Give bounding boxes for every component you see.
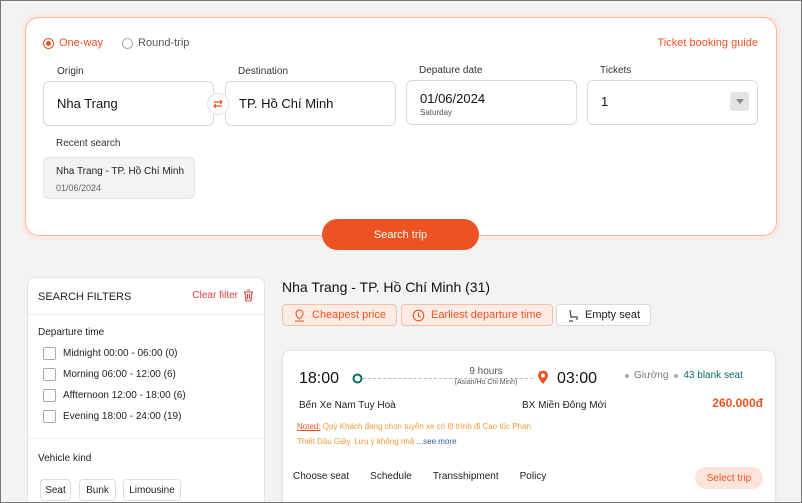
- search-card: One-way Round-trip Ticket booking guide …: [25, 17, 777, 236]
- tab-choose-seat[interactable]: Choose seat: [293, 471, 349, 482]
- sort-cheapest-button[interactable]: Cheapest price: [282, 304, 397, 326]
- price-tag-icon: [295, 308, 304, 321]
- tab-schedule[interactable]: Schedule: [370, 471, 412, 482]
- date-field[interactable]: 01/06/2024 Saturday: [406, 80, 577, 125]
- trash-icon: [244, 289, 253, 302]
- swap-icon: [213, 99, 223, 109]
- radio-unchecked-icon: [122, 37, 134, 49]
- date-value: 01/06/2024: [420, 91, 486, 106]
- see-more-link[interactable]: ...see more: [414, 437, 457, 446]
- from-station: Bến Xe Nam Tuy Hoà: [299, 400, 396, 411]
- departure-time-title: Departure time: [38, 327, 105, 338]
- tickets-label: Tickets: [600, 65, 632, 76]
- origin-label: Origin: [57, 66, 84, 77]
- location-pin-icon: [538, 370, 548, 384]
- checkbox: [43, 410, 56, 423]
- swap-button[interactable]: [207, 93, 229, 115]
- tab-policy[interactable]: Policy: [520, 471, 547, 482]
- recent-search-label: Recent search: [56, 138, 121, 149]
- sort-empty-seat-label: Empty seat: [585, 309, 641, 321]
- booking-guide-link[interactable]: Ticket booking guide: [658, 37, 759, 49]
- sort-earliest-button[interactable]: Earliest departure time: [401, 304, 553, 326]
- one-way-radio[interactable]: One-way: [43, 37, 103, 49]
- origin-field[interactable]: Nha Trang: [43, 81, 214, 126]
- departure-option-label: Morning 06:00 - 12:00 (6): [63, 369, 176, 380]
- destination-value: TP. Hồ Chí Minh: [239, 96, 334, 111]
- vehicle-chip-bunk[interactable]: Bunk: [79, 479, 116, 501]
- clock-icon: [412, 309, 425, 321]
- tickets-value: 1: [601, 94, 609, 109]
- origin-value: Nha Trang: [57, 96, 118, 111]
- bullet-dot: [674, 373, 679, 378]
- tickets-select[interactable]: 1: [587, 80, 758, 125]
- vehicle-chip-seat[interactable]: Seat: [40, 479, 71, 501]
- destination-label: Destination: [238, 66, 289, 77]
- chevron-down-icon: [730, 92, 749, 111]
- checkbox: [43, 368, 56, 381]
- round-trip-label: Round-trip: [138, 37, 190, 49]
- trip-card[interactable]: 18:00 9 hours (Asian/Ho Chi Minh) 03:00 …: [282, 350, 776, 503]
- departure-option-afternoon[interactable]: Affternoon 12:00 - 18:00 (6): [43, 389, 186, 402]
- blank-seats: 43 blank seat: [683, 370, 743, 381]
- recent-search-item[interactable]: Nha Trang - TP. Hồ Chí Minh 01/06/2024: [43, 157, 195, 199]
- vehicle-kind-title: Vehicle kind: [38, 453, 92, 464]
- one-way-label: One-way: [59, 37, 104, 49]
- select-trip-button[interactable]: Select trip: [695, 467, 763, 489]
- depart-time: 18:00: [299, 370, 340, 387]
- clear-filter-label: Clear filter: [192, 290, 238, 301]
- sort-cheapest-label: Cheapest price: [312, 309, 386, 321]
- departure-option-midnight[interactable]: Midnight 00:00 - 06:00 (0): [43, 347, 178, 360]
- seat-info: Giường 43 blank seat: [625, 370, 743, 381]
- trip-price: 260.000đ: [712, 396, 763, 410]
- departure-option-morning[interactable]: Morning 06:00 - 12:00 (6): [43, 368, 176, 381]
- departure-option-label: Evening 18:00 - 24:00 (19): [63, 411, 182, 422]
- results-title: Nha Trang - TP. Hồ Chí Minh (31): [282, 279, 491, 295]
- seat-type: Giường: [634, 370, 669, 381]
- round-trip-radio[interactable]: Round-trip: [122, 37, 189, 49]
- destination-field[interactable]: TP. Hồ Chí Minh: [225, 81, 396, 126]
- departure-option-label: Midnight 00:00 - 06:00 (0): [63, 348, 178, 359]
- to-station: BX Miền Đông Mới: [522, 400, 607, 411]
- checkbox: [43, 389, 56, 402]
- sort-earliest-label: Earliest departure time: [431, 309, 542, 321]
- radio-checked-icon: [43, 37, 54, 49]
- search-filters-panel: SEARCH FILTERS Clear filter Departure ti…: [27, 277, 265, 503]
- filters-title: SEARCH FILTERS: [38, 291, 132, 303]
- checkbox: [43, 347, 56, 360]
- vehicle-chip-limousine[interactable]: Limousine: [123, 479, 181, 501]
- bullet-dot: [625, 373, 629, 378]
- recent-route: Nha Trang - TP. Hồ Chí Minh: [56, 166, 185, 177]
- clear-filter-button[interactable]: Clear filter: [192, 289, 254, 302]
- trip-type-group: One-way Round-trip: [43, 37, 208, 49]
- departure-option-label: Affternoon 12:00 - 18:00 (6): [63, 390, 186, 401]
- trip-note: Noted: Quý Khách đang chọn tuyến xe có l…: [297, 419, 547, 449]
- filters-divider: [28, 438, 264, 439]
- arrive-time: 03:00: [557, 370, 598, 387]
- date-weekday: Saturday: [420, 108, 453, 117]
- filters-divider: [28, 314, 264, 315]
- trip-card-tabs: Choose seat Schedule Transshipment Polic…: [293, 471, 567, 482]
- tab-transshipment[interactable]: Transshipment: [433, 471, 499, 482]
- departure-option-evening[interactable]: Evening 18:00 - 24:00 (19): [43, 410, 181, 423]
- sort-empty-seat-button[interactable]: Empty seat: [556, 304, 652, 326]
- seat-icon: [569, 309, 578, 322]
- note-label: Noted:: [297, 422, 321, 431]
- origin-dot-icon: [352, 373, 363, 384]
- date-label: Depature date: [419, 65, 483, 76]
- recent-date: 01/06/2024: [56, 183, 102, 193]
- search-trip-button[interactable]: Search trip: [322, 219, 479, 250]
